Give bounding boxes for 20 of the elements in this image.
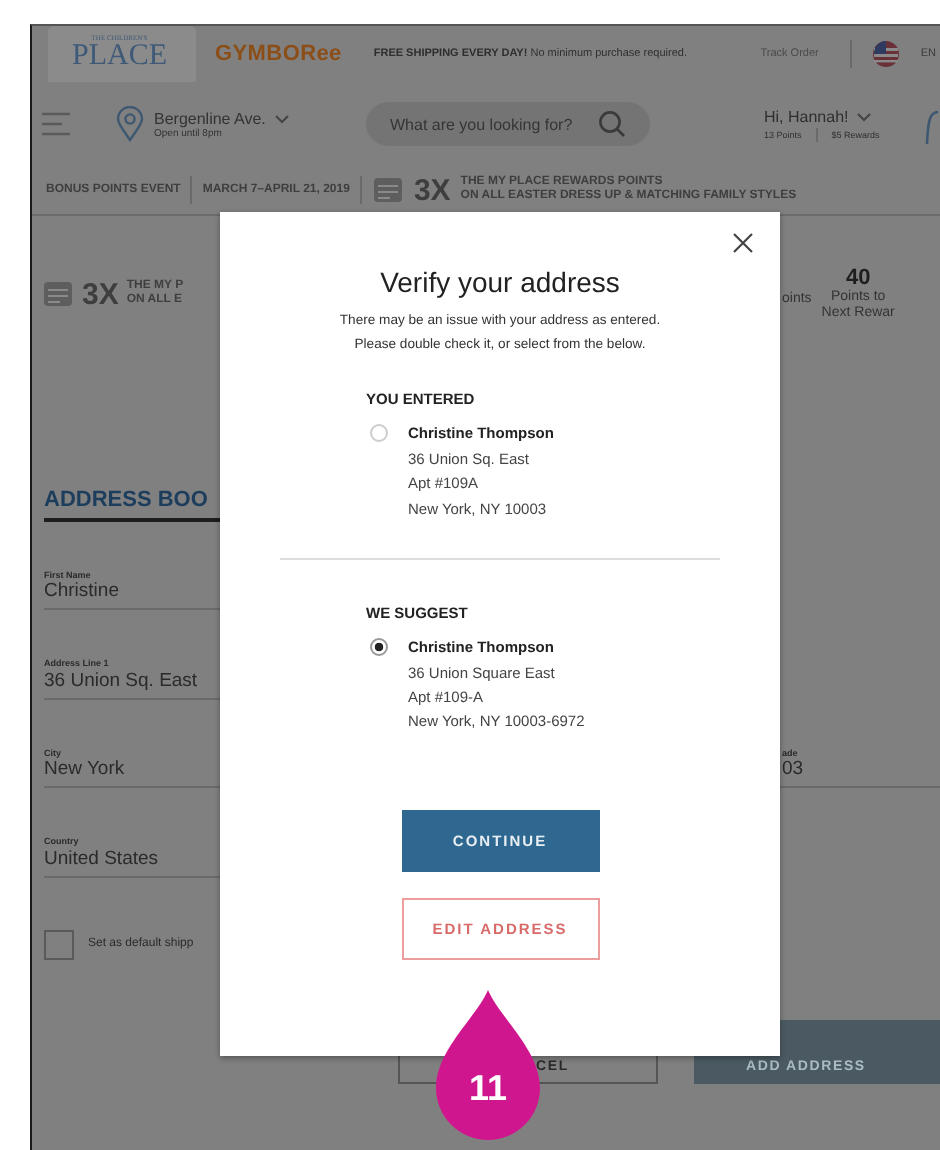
chevron-down-icon bbox=[856, 111, 873, 121]
search-icon bbox=[598, 110, 626, 138]
chevron-down-icon bbox=[273, 113, 290, 123]
badge-icon bbox=[371, 174, 404, 206]
store-name[interactable]: Bergenline Ave. bbox=[154, 109, 266, 127]
menu-icon[interactable] bbox=[42, 112, 70, 136]
badge-icon bbox=[42, 278, 74, 310]
radio-button[interactable] bbox=[370, 424, 388, 443]
next-reward-points: 40 bbox=[845, 265, 871, 290]
checkbox[interactable] bbox=[44, 929, 74, 960]
section-heading: ADDRESS BOO bbox=[44, 488, 210, 512]
radio-button[interactable] bbox=[370, 638, 388, 657]
close-icon[interactable] bbox=[732, 232, 754, 254]
location-pin-icon[interactable] bbox=[116, 106, 144, 142]
search-field[interactable]: What are you looking for? bbox=[366, 102, 650, 146]
rewards-multiplier: 3X bbox=[82, 279, 119, 309]
promo-multiplier: 3X bbox=[413, 175, 451, 205]
dialog-title: Verify your address bbox=[380, 266, 620, 298]
flag-icon bbox=[872, 40, 901, 68]
account-greeting[interactable]: Hi, Hannah! bbox=[764, 107, 849, 125]
